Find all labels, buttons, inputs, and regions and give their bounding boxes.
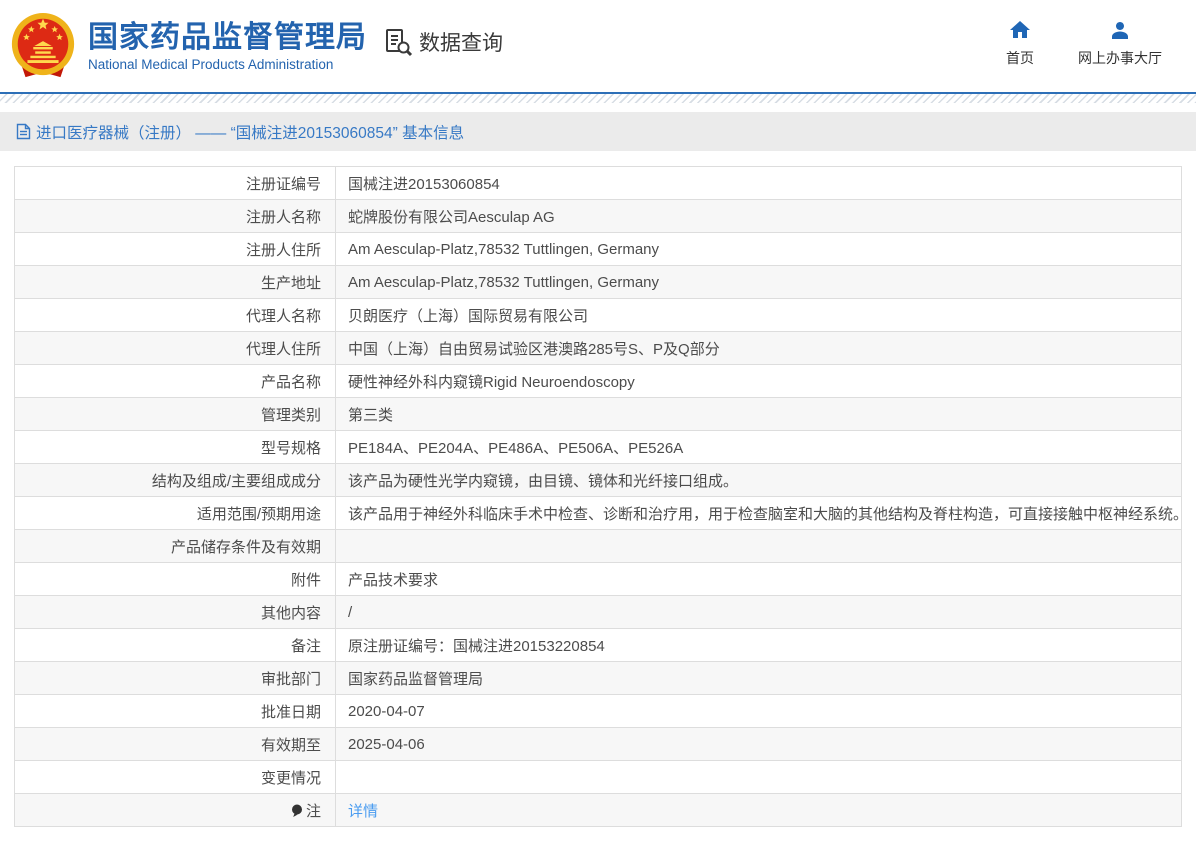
table-row: 注册证编号 国械注进20153060854: [14, 166, 1182, 200]
table-row: 附件 产品技术要求: [14, 562, 1182, 596]
hatch-pattern-band: [0, 94, 1196, 103]
row-value: [335, 529, 1182, 563]
row-label: 结构及组成/主要组成成分: [14, 463, 336, 497]
page: 国家药品监督管理局 National Medical Products Admi…: [0, 0, 1196, 827]
table-row: 注 详情: [14, 793, 1182, 827]
row-value: 贝朗医疗（上海）国际贸易有限公司: [335, 298, 1182, 332]
site-title: 国家药品监督管理局: [88, 20, 367, 54]
row-label: 变更情况: [14, 760, 336, 794]
row-label-text: 注: [305, 802, 321, 820]
table-row: 批准日期 2020-04-07: [14, 694, 1182, 728]
table-row: 生产地址 Am Aesculap-Platz,78532 Tuttlingen,…: [14, 265, 1182, 299]
site-titles: 国家药品监督管理局 National Medical Products Admi…: [88, 21, 367, 72]
breadcrumb-text: 进口医疗器械（注册） —— “国械注进20153060854” 基本信息: [36, 124, 465, 142]
table-row: 产品储存条件及有效期: [14, 529, 1182, 563]
nav-online-hall-label: 网上办事大厅: [1078, 50, 1162, 66]
row-value: 该产品用于神经外科临床手术中检查、诊断和治疗用，用于检查脑室和大脑的其他结构及脊…: [335, 496, 1182, 530]
data-query-label: 数据查询: [419, 32, 503, 55]
document-icon: [16, 123, 31, 140]
table-row: 结构及组成/主要组成成分 该产品为硬性光学内窥镜，由目镜、镜体和光纤接口组成。: [14, 463, 1182, 497]
data-query-icon: [386, 29, 413, 57]
table-row: 其他内容 /: [14, 595, 1182, 629]
registration-info-table: 注册证编号 国械注进20153060854 注册人名称 蛇牌股份有限公司Aesc…: [14, 166, 1182, 827]
row-value: Am Aesculap-Platz,78532 Tuttlingen, Germ…: [335, 232, 1182, 266]
table-row: 审批部门 国家药品监督管理局: [14, 661, 1182, 695]
note-balloon-icon: [291, 804, 302, 817]
row-value: 详情: [335, 793, 1182, 827]
row-value: 2025-04-06: [335, 727, 1182, 761]
table-row: 产品名称 硬性神经外科内窥镜Rigid Neuroendoscopy: [14, 364, 1182, 398]
row-label: 备注: [14, 628, 336, 662]
row-value: 2020-04-07: [335, 694, 1182, 728]
row-label: 型号规格: [14, 430, 336, 464]
nav-online-hall[interactable]: 网上办事大厅: [1078, 18, 1162, 68]
table-row: 有效期至 2025-04-06: [14, 727, 1182, 761]
row-value: Am Aesculap-Platz,78532 Tuttlingen, Germ…: [335, 265, 1182, 299]
table-row: 注册人名称 蛇牌股份有限公司Aesculap AG: [14, 199, 1182, 233]
row-value: /: [335, 595, 1182, 629]
row-label: 生产地址: [14, 265, 336, 299]
table-row: 适用范围/预期用途 该产品用于神经外科临床手术中检查、诊断和治疗用，用于检查脑室…: [14, 496, 1182, 530]
row-label: 管理类别: [14, 397, 336, 431]
row-label: 批准日期: [14, 694, 336, 728]
table-row: 代理人住所 中国（上海）自由贸易试验区港澳路285号S、P及Q部分: [14, 331, 1182, 365]
row-label: 有效期至: [14, 727, 336, 761]
row-value: 硬性神经外科内窥镜Rigid Neuroendoscopy: [335, 364, 1182, 398]
row-label: 适用范围/预期用途: [14, 496, 336, 530]
row-value: 原注册证编号：国械注进20153220854: [335, 628, 1182, 662]
nav-home[interactable]: 首页: [1006, 18, 1034, 68]
row-label: 注: [14, 793, 336, 827]
site-header: 国家药品监督管理局 National Medical Products Admi…: [0, 0, 1196, 92]
table-row: 备注 原注册证编号：国械注进20153220854: [14, 628, 1182, 662]
breadcrumb: 进口医疗器械（注册） —— “国械注进20153060854” 基本信息: [0, 112, 1196, 151]
row-label: 其他内容: [14, 595, 336, 629]
details-link[interactable]: 详情: [348, 803, 378, 820]
logo-block: 国家药品监督管理局 National Medical Products Admi…: [8, 11, 367, 81]
row-value: 蛇牌股份有限公司Aesculap AG: [335, 199, 1182, 233]
top-nav: 首页 网上办事大厅: [1006, 21, 1162, 68]
national-emblem-logo: [11, 12, 75, 78]
site-subtitle: National Medical Products Administration: [88, 56, 334, 72]
table-row: 代理人名称 贝朗医疗（上海）国际贸易有限公司: [14, 298, 1182, 332]
row-value: PE184A、PE204A、PE486A、PE506A、PE526A: [335, 430, 1182, 464]
row-label: 注册证编号: [14, 166, 336, 200]
row-label: 代理人名称: [14, 298, 336, 332]
row-value: 第三类: [335, 397, 1182, 431]
row-value: [335, 760, 1182, 794]
table-wrap: 注册证编号 国械注进20153060854 注册人名称 蛇牌股份有限公司Aesc…: [0, 151, 1196, 827]
row-value: 中国（上海）自由贸易试验区港澳路285号S、P及Q部分: [335, 331, 1182, 365]
row-label: 代理人住所: [14, 331, 336, 365]
row-label: 产品名称: [14, 364, 336, 398]
row-label: 注册人住所: [14, 232, 336, 266]
data-query-nav[interactable]: 数据查询: [383, 27, 503, 57]
table-row: 型号规格 PE184A、PE204A、PE486A、PE506A、PE526A: [14, 430, 1182, 464]
table-row: 变更情况: [14, 760, 1182, 794]
row-value: 国家药品监督管理局: [335, 661, 1182, 695]
user-icon: [1112, 22, 1128, 39]
row-label: 附件: [14, 562, 336, 596]
table-row: 注册人住所 Am Aesculap-Platz,78532 Tuttlingen…: [14, 232, 1182, 266]
row-value: 国械注进20153060854: [335, 166, 1182, 200]
row-label: 注册人名称: [14, 199, 336, 233]
row-value: 产品技术要求: [335, 562, 1182, 596]
row-value: 该产品为硬性光学内窥镜，由目镜、镜体和光纤接口组成。: [335, 463, 1182, 497]
spacer: [0, 103, 1196, 112]
row-label: 产品储存条件及有效期: [14, 529, 336, 563]
table-row: 管理类别 第三类: [14, 397, 1182, 431]
nav-home-label: 首页: [1006, 50, 1034, 66]
row-label: 审批部门: [14, 661, 336, 695]
home-icon: [1010, 21, 1030, 38]
